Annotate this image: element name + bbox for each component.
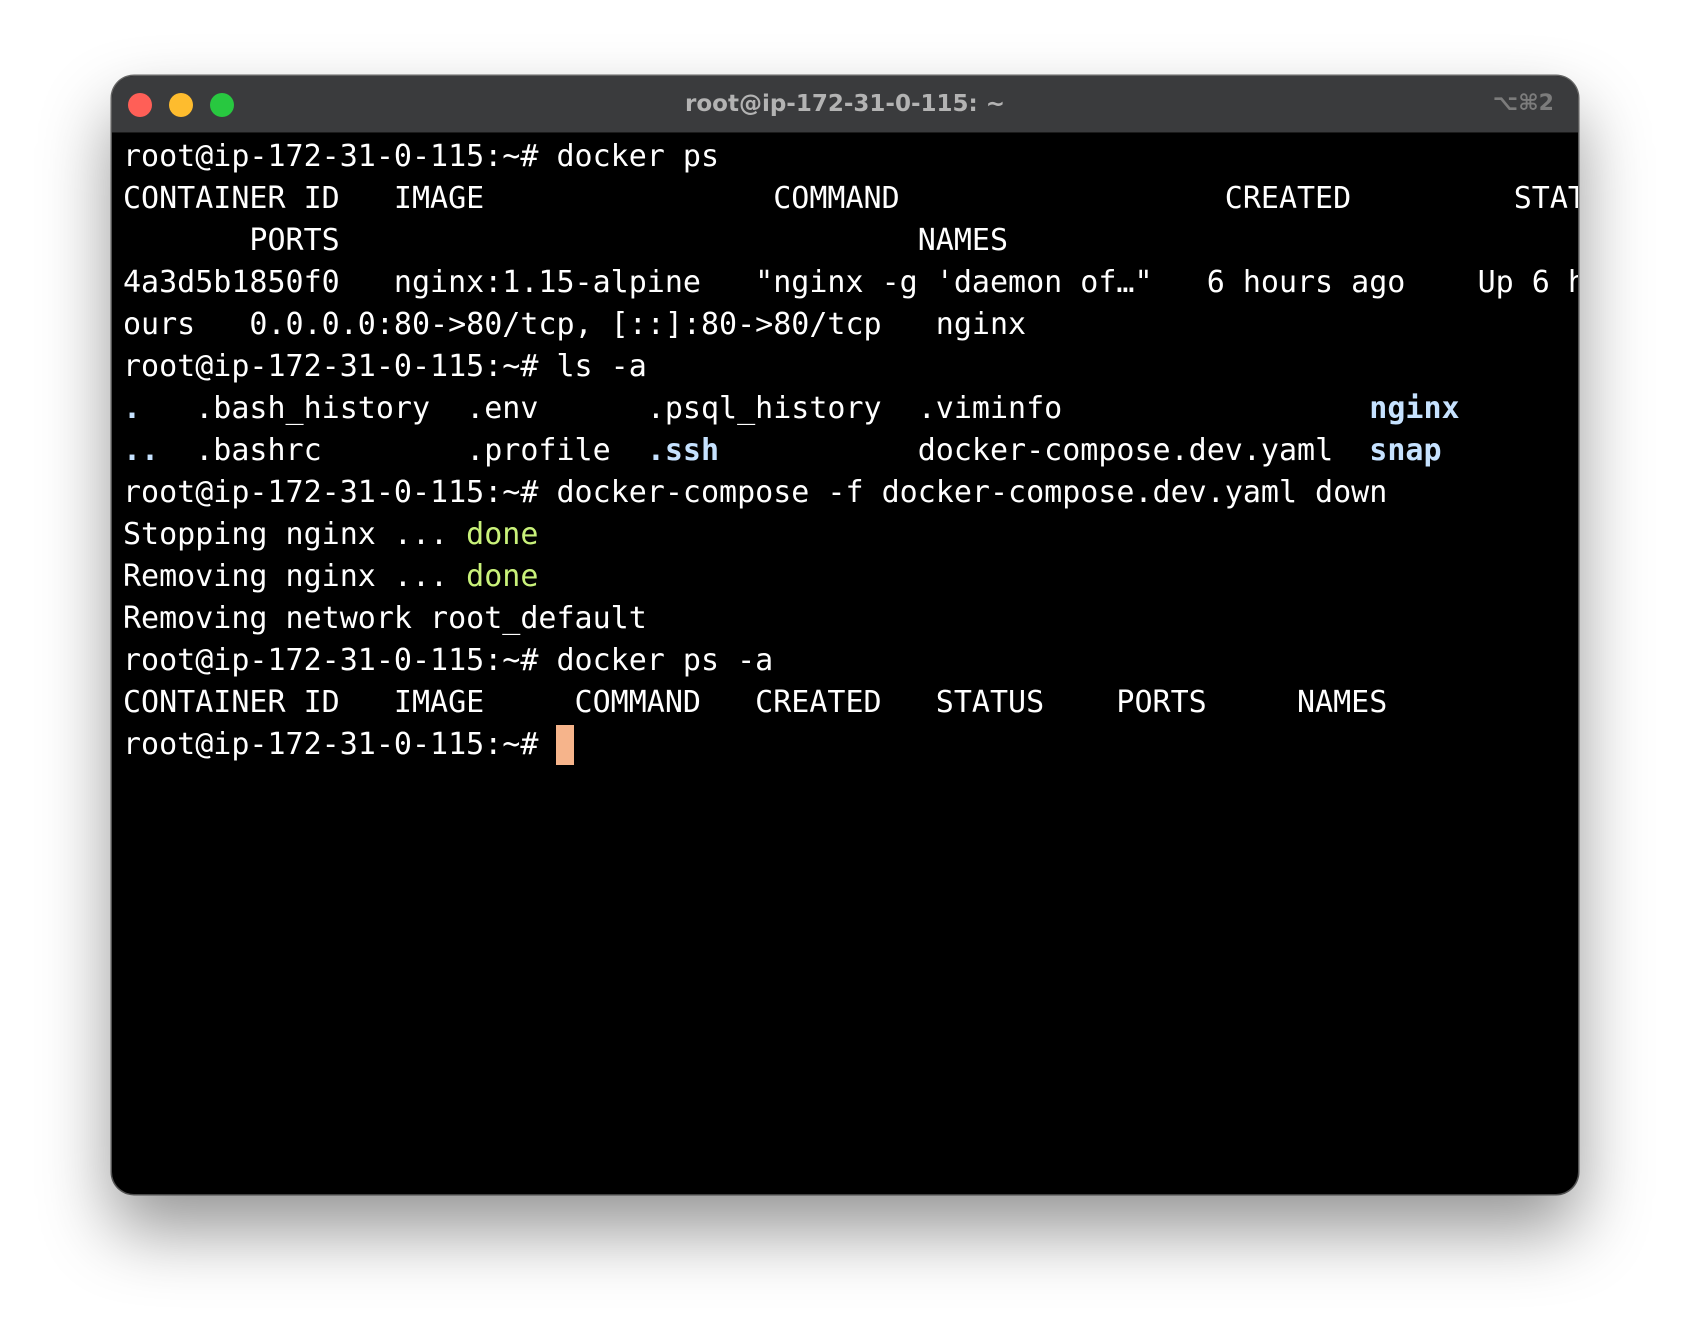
- removing-text: Removing nginx ...: [123, 559, 467, 594]
- ls-entry-dir: snap: [1369, 433, 1442, 468]
- ls-entry-dir: .: [123, 391, 196, 426]
- ls-entry-dir: nginx: [1369, 391, 1460, 426]
- terminal-line: CONTAINER ID IMAGE COMMAND CREATED STATU…: [123, 181, 1578, 216]
- terminal-line: Removing network root_default: [123, 601, 647, 636]
- terminal-line: root@ip-172-31-0-115:~# ls -a: [123, 349, 647, 384]
- terminal-line: 4a3d5b1850f0 nginx:1.15-alpine "nginx -g…: [123, 265, 1578, 300]
- status-done: done: [466, 517, 539, 552]
- ls-entry: .bashrc: [195, 433, 467, 468]
- terminal-line: root@ip-172-31-0-115:~# docker ps -a: [123, 643, 774, 678]
- terminal-window: root@ip-172-31-0-115: ~ ⌥⌘2 root@ip-172-…: [112, 76, 1578, 1194]
- terminal-line: CONTAINER ID IMAGE COMMAND CREATED STATU…: [123, 685, 1388, 720]
- terminal-line: root@ip-172-31-0-115:~# docker ps: [123, 139, 720, 174]
- ls-entry: docker-compose.dev.yaml: [917, 433, 1370, 468]
- window-shortcut-label: ⌥⌘2: [1492, 91, 1554, 116]
- ls-entry-dir: .ssh: [646, 433, 918, 468]
- ls-entry-dir: ..: [123, 433, 196, 468]
- text-cursor: [556, 725, 575, 765]
- terminal-line: ours 0.0.0.0:80->80/tcp, [::]:80->80/tcp…: [123, 307, 1027, 342]
- terminal-output[interactable]: root@ip-172-31-0-115:~# docker ps CONTAI…: [123, 136, 1578, 1194]
- status-done: done: [466, 559, 539, 594]
- ls-entry: .profile: [466, 433, 647, 468]
- prompt-line[interactable]: root@ip-172-31-0-115:~#: [123, 724, 1578, 766]
- window-title: root@ip-172-31-0-115: ~: [685, 91, 1005, 117]
- ls-entry: .viminfo: [917, 391, 1370, 426]
- ls-entry: .psql_history: [646, 391, 918, 426]
- ls-entry: .bash_history: [195, 391, 467, 426]
- stopping-text: Stopping nginx ...: [123, 517, 467, 552]
- ls-output-row: .. .bashrc .profile .ssh docker-compose.…: [123, 430, 1578, 472]
- ls-entry: .env: [466, 391, 647, 426]
- terminal-line: Stopping nginx ... done: [123, 514, 1578, 556]
- ls-output-row: . .bash_history .env .psql_history .vimi…: [123, 388, 1578, 430]
- title-bar[interactable]: root@ip-172-31-0-115: ~ ⌥⌘2: [112, 76, 1578, 133]
- terminal-line: PORTS NAMES: [123, 223, 1009, 258]
- terminal-line: Removing nginx ... done: [123, 556, 1578, 598]
- terminal-line: root@ip-172-31-0-115:~# docker-compose -…: [123, 475, 1388, 510]
- prompt: root@ip-172-31-0-115:~#: [123, 727, 557, 762]
